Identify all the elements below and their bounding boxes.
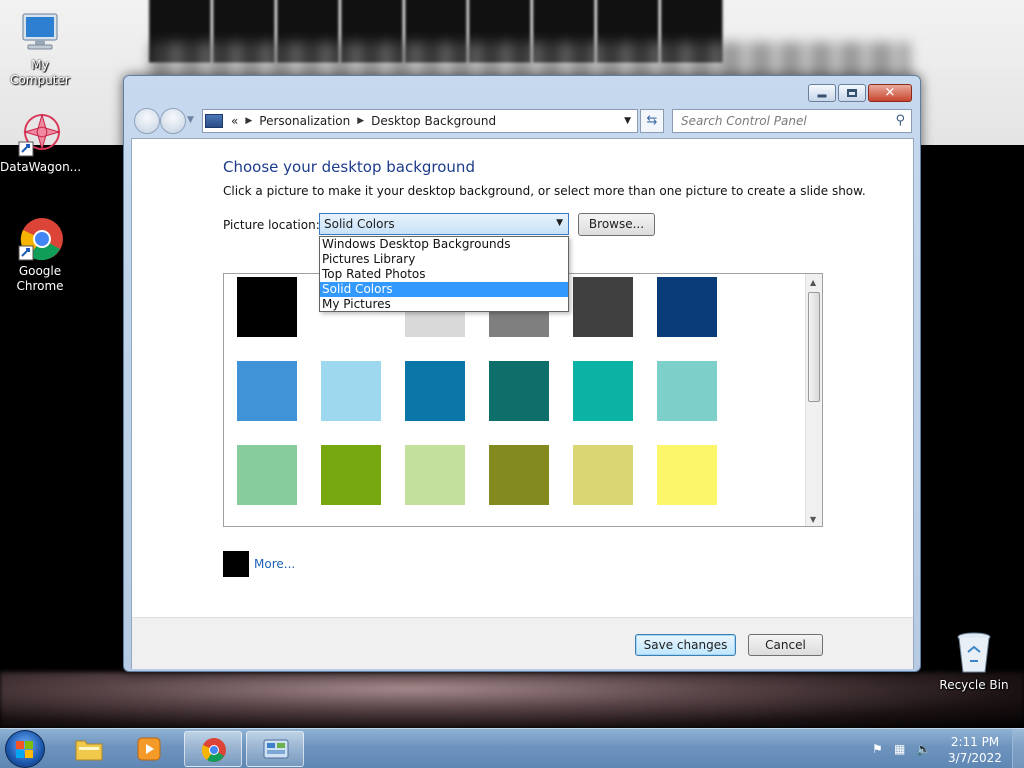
computer-icon <box>17 10 63 56</box>
close-button[interactable]: ✕ <box>868 84 912 102</box>
taskbar-chrome[interactable] <box>184 731 242 767</box>
recycle-bin-icon <box>951 630 997 676</box>
wallpaper-bottom <box>0 672 1024 728</box>
chrome-icon <box>200 737 228 763</box>
taskbar-explorer[interactable] <box>60 731 118 767</box>
color-swatch[interactable] <box>237 445 297 505</box>
location-option[interactable]: My Pictures <box>320 297 568 312</box>
minimize-button[interactable] <box>808 84 836 102</box>
search-input[interactable]: Search Control Panel ⚲ <box>672 109 912 133</box>
color-swatch[interactable] <box>573 445 633 505</box>
color-swatch[interactable] <box>489 361 549 421</box>
color-swatch[interactable] <box>573 277 633 337</box>
cancel-button[interactable]: Cancel <box>748 634 823 656</box>
location-option-selected[interactable]: Solid Colors <box>320 282 568 297</box>
color-swatch[interactable] <box>237 277 297 337</box>
color-swatch[interactable] <box>237 361 297 421</box>
scrollbar-thumb[interactable] <box>808 292 820 402</box>
refresh-button[interactable]: ⇆ <box>640 109 664 133</box>
start-button[interactable] <box>5 730 45 768</box>
current-color-swatch <box>223 551 249 577</box>
color-swatch[interactable] <box>573 361 633 421</box>
browse-button[interactable]: Browse... <box>578 213 655 236</box>
navigation-bar: ▼ « ▶ Personalization ▶ Desktop Backgrou… <box>132 107 914 134</box>
color-swatch[interactable] <box>657 445 717 505</box>
color-swatch[interactable] <box>321 445 381 505</box>
close-icon: ✕ <box>884 85 896 101</box>
color-swatch[interactable] <box>657 361 717 421</box>
breadcrumb-chevron-icon[interactable]: ▶ <box>357 116 364 126</box>
chevron-down-icon[interactable]: ▼ <box>556 218 563 228</box>
picture-location-dropdown: Windows Desktop Backgrounds Pictures Lib… <box>319 236 569 312</box>
swatch-scrollbar[interactable]: ▲ ▼ <box>805 274 822 526</box>
action-center-flag-icon[interactable]: ⚑ <box>872 742 886 756</box>
color-swatch[interactable] <box>489 445 549 505</box>
maximize-button[interactable] <box>838 84 866 102</box>
location-option[interactable]: Top Rated Photos <box>320 267 568 282</box>
address-dropdown-chevron-down-icon[interactable]: ▼ <box>624 116 631 126</box>
desktop-icon-label: Recycle Bin <box>939 678 1009 692</box>
taskbar-control-panel[interactable] <box>246 731 304 767</box>
breadcrumb-overflow[interactable]: « <box>231 114 238 128</box>
picture-location-label: Picture location: <box>223 218 320 232</box>
color-swatch[interactable] <box>405 445 465 505</box>
folder-icon <box>75 736 103 762</box>
color-swatch[interactable] <box>405 361 465 421</box>
scroll-down-icon[interactable]: ▼ <box>810 515 816 524</box>
chrome-icon <box>17 216 63 262</box>
location-option[interactable]: Pictures Library <box>320 252 568 267</box>
taskbar: ⚑ ▦ 🔈 2:11 PM 3/7/2022 <box>0 728 1024 768</box>
desktop-background-window: ✕ ▼ « ▶ Personalization ▶ Desktop Backgr… <box>123 75 921 672</box>
volume-icon[interactable]: 🔈 <box>916 742 931 756</box>
breadcrumb-chevron-icon[interactable]: ▶ <box>245 116 252 126</box>
system-tray: ⚑ ▦ 🔈 2:11 PM 3/7/2022 <box>864 729 1024 768</box>
clock-time: 2:11 PM <box>950 735 1000 749</box>
search-icon[interactable]: ⚲ <box>895 113 905 128</box>
desktop-icon-label: DataWagon... <box>0 160 82 174</box>
forward-button[interactable] <box>160 108 186 134</box>
desktop-icon-recycle-bin[interactable]: Recycle Bin <box>934 630 1014 693</box>
control-panel-icon <box>205 114 223 128</box>
network-icon[interactable]: ▦ <box>894 742 908 756</box>
save-changes-button[interactable]: Save changes <box>635 634 736 656</box>
color-swatch[interactable] <box>321 361 381 421</box>
breadcrumb-personalization[interactable]: Personalization <box>259 114 350 128</box>
desktop-icon-label: Google Chrome <box>16 264 64 293</box>
recent-pages-chevron-down-icon[interactable]: ▼ <box>187 115 194 125</box>
search-placeholder: Search Control Panel <box>681 114 807 128</box>
maximize-icon <box>847 89 857 97</box>
clock-date: 3/7/2022 <box>948 751 1002 765</box>
page-description: Click a picture to make it your desktop … <box>223 184 866 198</box>
desktop-icon-label: My Computer <box>10 58 70 87</box>
windows-logo-icon <box>16 741 34 759</box>
window-controls: ✕ <box>808 84 912 102</box>
scroll-up-icon[interactable]: ▲ <box>810 278 816 287</box>
window-footer: Save changes Cancel <box>132 617 913 669</box>
desktop-icon-datawagon[interactable]: DataWagon... <box>0 112 82 175</box>
taskbar-clock[interactable]: 2:11 PM 3/7/2022 <box>942 734 1008 766</box>
refresh-icon: ⇆ <box>646 113 658 128</box>
show-desktop-button[interactable] <box>1012 729 1024 768</box>
color-swatch[interactable] <box>657 277 717 337</box>
datawagon-icon <box>17 112 63 158</box>
address-bar[interactable]: « ▶ Personalization ▶ Desktop Background… <box>202 109 638 133</box>
control-panel-icon <box>262 737 290 763</box>
breadcrumb-desktop-background[interactable]: Desktop Background <box>371 114 496 128</box>
desktop-icon-google-chrome[interactable]: Google Chrome <box>0 216 80 294</box>
location-option[interactable]: Windows Desktop Backgrounds <box>320 237 568 252</box>
minimize-icon <box>817 94 827 98</box>
page-title: Choose your desktop background <box>223 158 475 176</box>
media-player-icon <box>135 736 163 762</box>
desktop-icon-my-computer[interactable]: My Computer <box>0 10 80 88</box>
more-colors-link[interactable]: More... <box>254 557 295 571</box>
picture-location-value: Solid Colors <box>324 217 395 231</box>
taskbar-media-player[interactable] <box>120 731 178 767</box>
content-pane: Choose your desktop background Click a p… <box>131 138 914 669</box>
picture-location-select[interactable]: Solid Colors ▼ <box>319 213 569 235</box>
back-button[interactable] <box>134 108 160 134</box>
